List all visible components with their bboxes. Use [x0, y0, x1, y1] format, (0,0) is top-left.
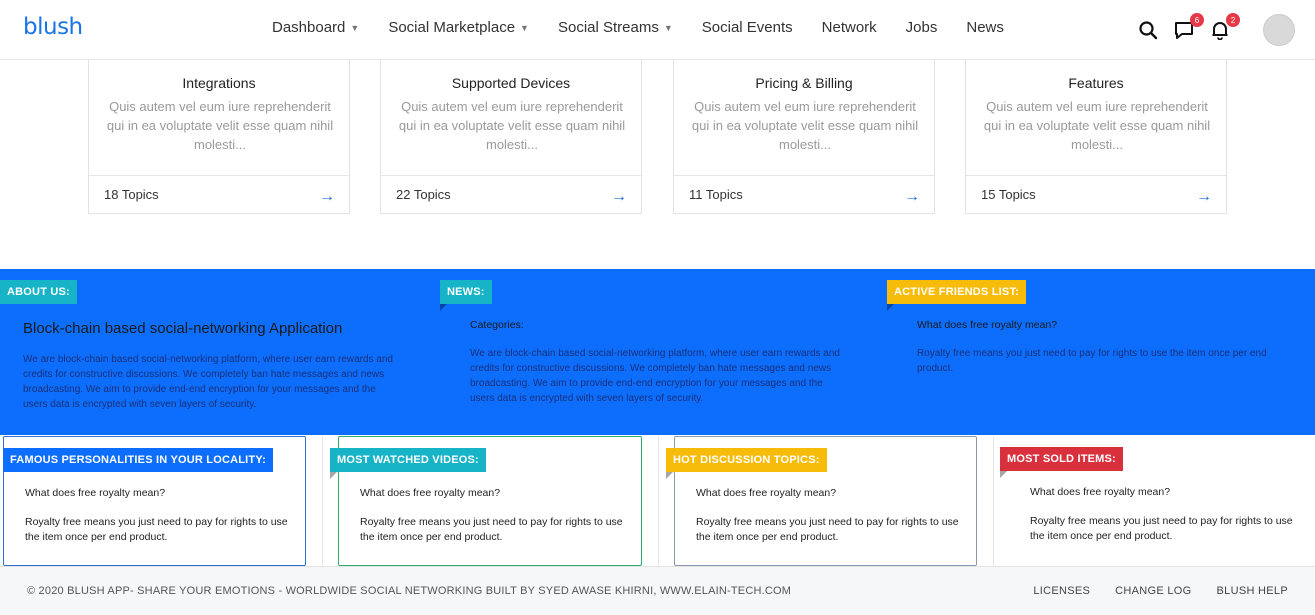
divider	[322, 436, 323, 566]
box-question: What does free royalty mean?	[360, 487, 501, 499]
topic-cards: Integrations Quis autem vel eum iure rep…	[88, 60, 1228, 214]
about-us-tag: ABOUT US:	[0, 280, 77, 304]
footer-link-change-log[interactable]: CHANGE LOG	[1115, 585, 1191, 597]
nav-jobs[interactable]: Jobs	[906, 19, 938, 36]
avatar[interactable]	[1263, 14, 1295, 46]
hot-discussion-topics-tag: HOT DISCUSSION TOPICS:	[666, 448, 827, 479]
arrow-right-icon[interactable]: →	[611, 188, 627, 206]
card-topics: 22 Topics	[396, 187, 451, 202]
arrow-right-icon[interactable]: →	[319, 188, 335, 206]
news-tag: NEWS:	[440, 280, 492, 311]
card-text: Quis autem vel eum iure reprehenderit qu…	[398, 99, 626, 152]
box-answer: Royalty free means you just need to pay …	[25, 516, 288, 543]
box-question: What does free royalty mean?	[25, 487, 166, 499]
search-icon[interactable]	[1137, 19, 1159, 41]
card-footer: 11 Topics →	[674, 175, 934, 214]
most-sold-items-box: MOST SOLD ITEMS: What does free royalty …	[1000, 436, 1312, 566]
footer-link-licenses[interactable]: LICENSES	[1033, 585, 1090, 597]
card-footer: 22 Topics →	[381, 175, 641, 214]
famous-personalities-box: FAMOUS PERSONALITIES IN YOUR LOCALITY: W…	[3, 436, 306, 566]
chevron-down-icon: ▼	[663, 22, 673, 33]
about-heading: Block-chain based social-networking Appl…	[23, 320, 343, 337]
chevron-down-icon: ▼	[350, 22, 360, 33]
friends-answer: Royalty free means you just need to pay …	[917, 348, 1267, 374]
card-footer: 15 Topics →	[966, 175, 1226, 214]
news-categories: Categories:	[470, 319, 524, 331]
notifications-badge: 2	[1226, 13, 1240, 27]
nav-social-events[interactable]: Social Events	[702, 19, 793, 36]
card-text: Quis autem vel eum iure reprehenderit qu…	[106, 99, 334, 152]
copyright-text: © 2020 BLUSH APP- SHARE YOUR EMOTIONS - …	[27, 585, 792, 597]
topic-card[interactable]: Pricing & Billing Quis autem vel eum iur…	[673, 60, 935, 214]
nav-label: Network	[821, 19, 877, 36]
nav-label: News	[966, 19, 1004, 36]
nav-network[interactable]: Network	[822, 19, 877, 36]
footer-link-blush-help[interactable]: BLUSH HELP	[1217, 585, 1288, 597]
nav-label: Jobs	[905, 19, 938, 36]
box-answer: Royalty free means you just need to pay …	[1030, 515, 1293, 542]
messages-button[interactable]: 6	[1173, 13, 1204, 41]
nav-label: Social Streams	[557, 19, 659, 36]
divider	[658, 436, 659, 566]
card-topics: 11 Topics	[689, 187, 743, 202]
card-topics: 15 Topics	[981, 187, 1036, 202]
card-topics: 18 Topics	[104, 187, 159, 202]
nav-social-streams[interactable]: Social Streams ▼	[558, 19, 673, 36]
logo[interactable]: blush	[23, 14, 83, 40]
box-question: What does free royalty mean?	[1030, 486, 1171, 498]
news-text: We are block-chain based social-networki…	[470, 348, 840, 404]
arrow-right-icon[interactable]: →	[904, 188, 920, 206]
famous-personalities-tag: FAMOUS PERSONALITIES IN YOUR LOCALITY:	[3, 448, 273, 472]
main-nav: Dashboard ▼ Social Marketplace ▼ Social St…	[272, 19, 1004, 36]
nav-label: Social Events	[701, 19, 793, 36]
messages-badge: 6	[1190, 13, 1204, 27]
card-title: Integrations	[182, 75, 256, 91]
card-title: Pricing & Billing	[755, 75, 853, 91]
card-title: Features	[1068, 75, 1124, 91]
header-actions: 6 2	[1137, 13, 1295, 46]
nav-news[interactable]: News	[966, 19, 1004, 36]
card-text: Quis autem vel eum iure reprehenderit qu…	[983, 99, 1211, 152]
footer: © 2020 BLUSH APP- SHARE YOUR EMOTIONS - …	[0, 566, 1315, 615]
nav-label: Social Marketplace	[388, 19, 516, 36]
nav-dashboard[interactable]: Dashboard ▼	[272, 19, 359, 36]
box-answer: Royalty free means you just need to pay …	[696, 516, 959, 543]
box-answer: Royalty free means you just need to pay …	[360, 516, 623, 543]
nav-label: Dashboard	[272, 19, 346, 36]
card-title: Supported Devices	[451, 75, 571, 91]
box-question: What does free royalty mean?	[696, 487, 837, 499]
arrow-right-icon[interactable]: →	[1196, 188, 1212, 206]
nav-social-marketplace[interactable]: Social Marketplace ▼	[388, 19, 529, 36]
top-header: blush Dashboard ▼ Social Marketplace ▼ Soc…	[0, 0, 1315, 60]
divider	[993, 436, 994, 566]
most-watched-videos-box: MOST WATCHED VIDEOS: What does free roya…	[330, 436, 642, 566]
info-band: ABOUT US: Block-chain based social-netwo…	[0, 269, 1315, 435]
topic-card[interactable]: Supported Devices Quis autem vel eum iur…	[380, 60, 642, 214]
footer-links: LICENSES CHANGE LOG BLUSH HELP	[1033, 585, 1288, 597]
card-footer: 18 Topics →	[89, 175, 349, 214]
topic-card[interactable]: Integrations Quis autem vel eum iure rep…	[88, 60, 350, 214]
notifications-button[interactable]: 2	[1209, 13, 1240, 41]
most-watched-videos-tag: MOST WATCHED VIDEOS:	[330, 448, 486, 479]
active-friends-tag: ACTIVE FRIENDS LIST:	[887, 280, 1027, 311]
hot-discussion-topics-box: HOT DISCUSSION TOPICS: What does free ro…	[666, 436, 977, 566]
card-text: Quis autem vel eum iure reprehenderit qu…	[691, 99, 919, 152]
most-sold-items-tag: MOST SOLD ITEMS:	[1000, 447, 1123, 478]
topic-card[interactable]: Features Quis autem vel eum iure reprehe…	[965, 60, 1227, 214]
friends-question: What does free royalty mean?	[917, 319, 1058, 331]
about-text: We are block-chain based social-networki…	[23, 354, 393, 410]
chevron-down-icon: ▼	[520, 22, 529, 33]
